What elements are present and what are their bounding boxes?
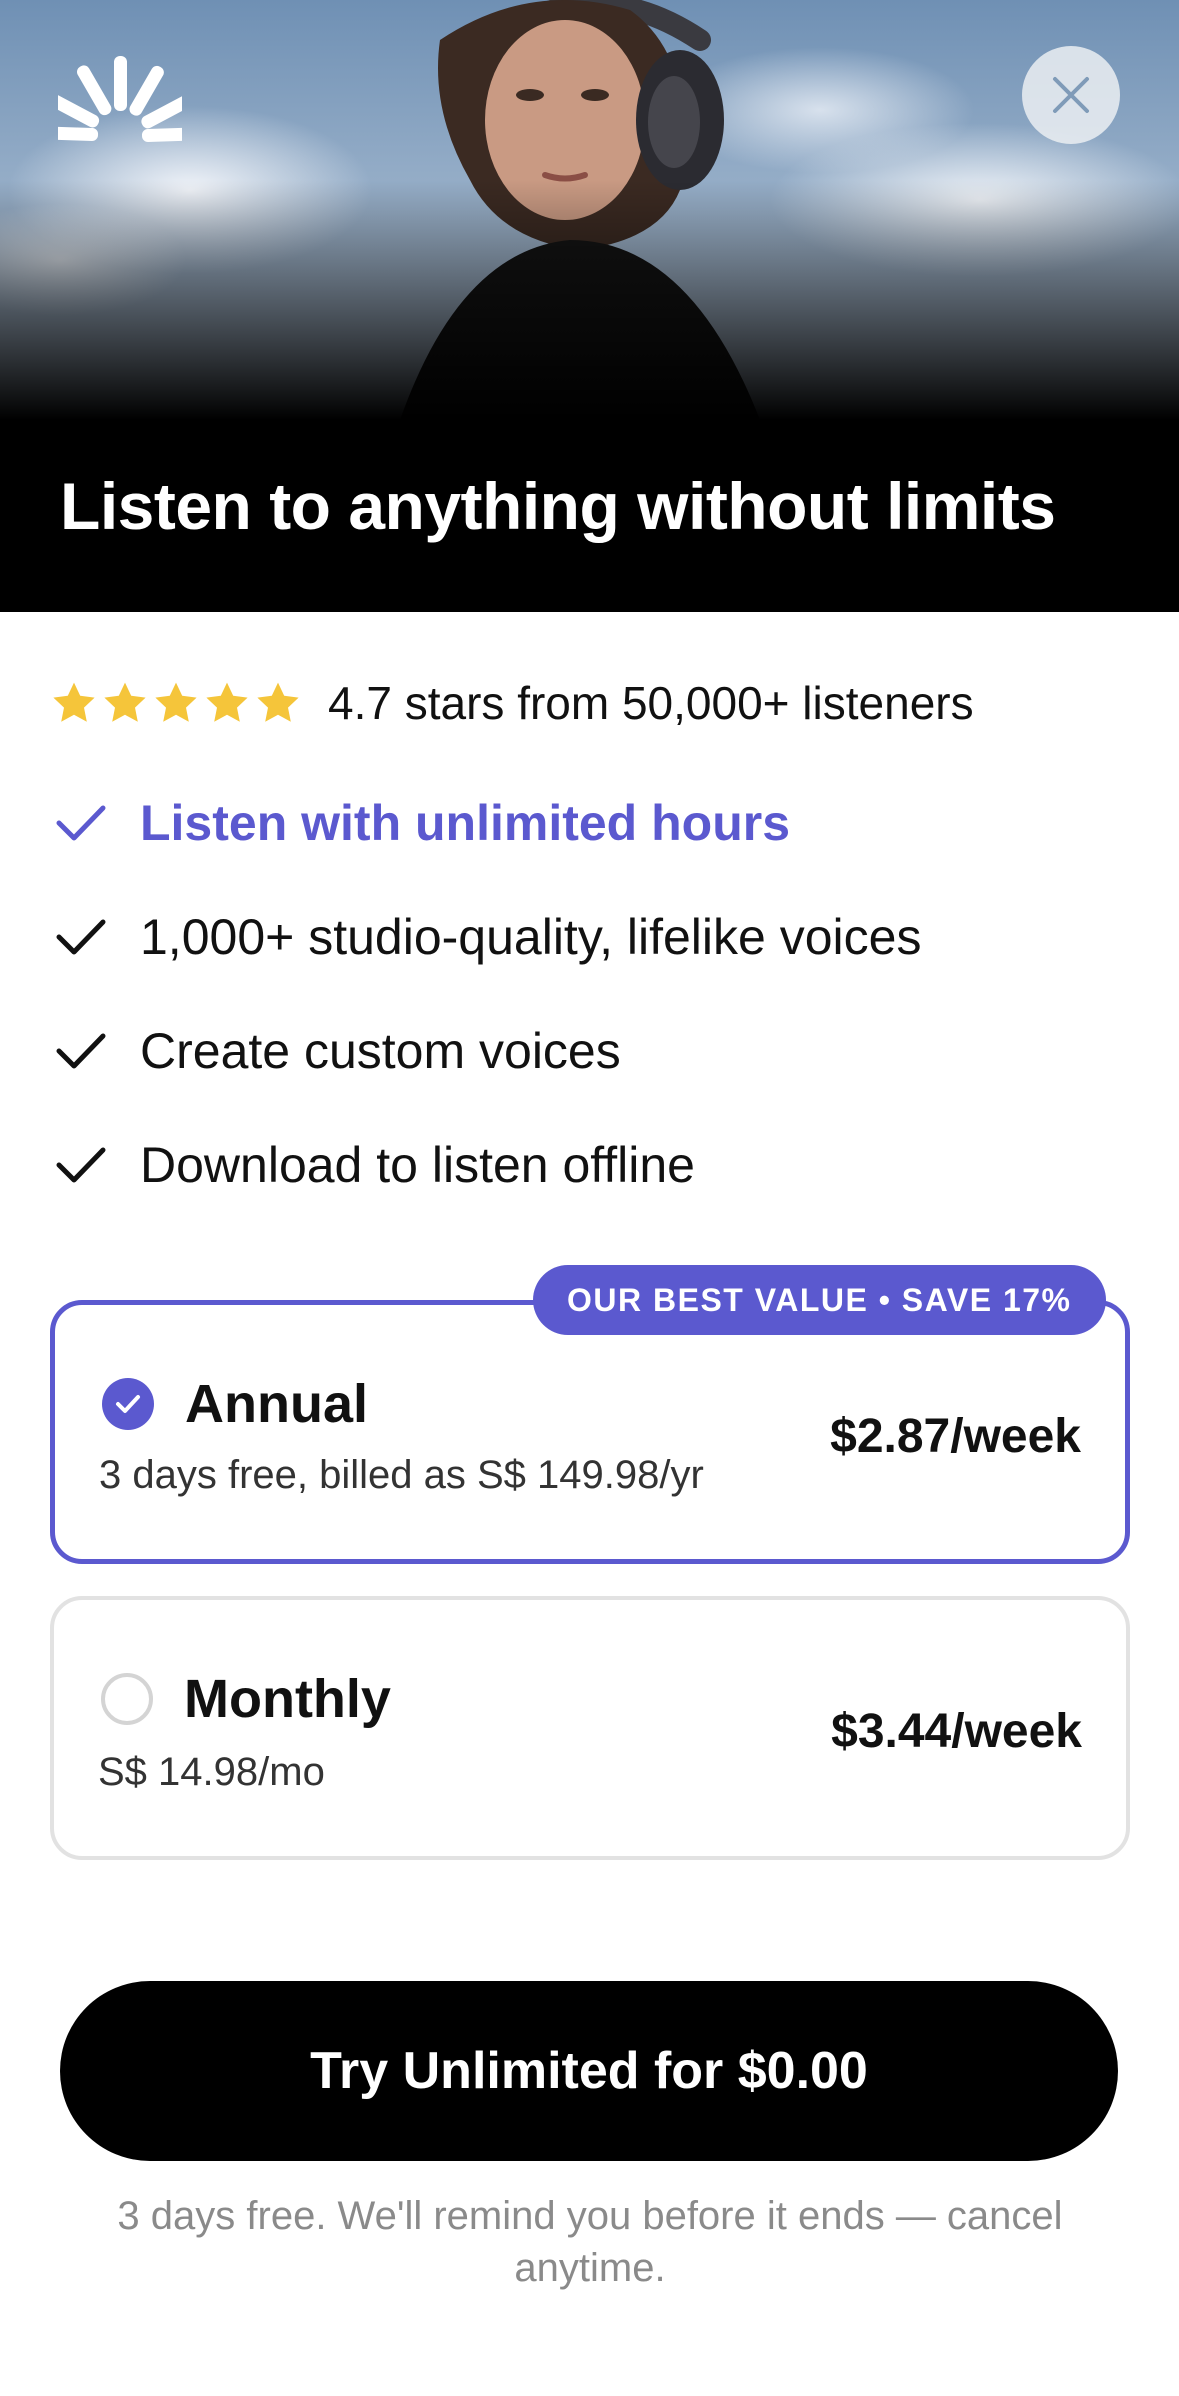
plan-option-annual[interactable]: Annual 3 days free, billed as S$ 149.98/… — [50, 1300, 1130, 1564]
star-icon — [206, 682, 248, 722]
feature-label: Download to listen offline — [140, 1137, 695, 1193]
feature-item: 1,000+ studio-quality, lifelike voices — [56, 909, 1136, 965]
star-icon — [155, 682, 197, 722]
hero-banner: Listen to anything without limits — [0, 0, 1179, 612]
plan-name: Annual — [185, 1374, 368, 1434]
plan-billing-text: 3 days free, billed as S$ 149.98/yr — [99, 1453, 704, 1497]
feature-item: Create custom voices — [56, 1023, 1136, 1079]
checkmark-icon — [56, 805, 106, 841]
plan-billing-text: S$ 14.98/mo — [98, 1750, 325, 1794]
trial-disclaimer: 3 days free. We'll remind you before it … — [117, 2194, 1063, 2290]
best-value-badge: OUR BEST VALUE • SAVE 17% — [533, 1265, 1106, 1335]
feature-label: Create custom voices — [140, 1023, 621, 1079]
hero-gradient-overlay — [0, 180, 1179, 420]
radio-selected-icon[interactable] — [102, 1378, 154, 1430]
page-title: Listen to anything without limits — [60, 469, 1056, 543]
radio-unselected-icon[interactable] — [101, 1673, 153, 1725]
checkmark-icon — [56, 1147, 106, 1183]
star-rating — [50, 679, 302, 727]
feature-item: Download to listen offline — [56, 1137, 1136, 1193]
plan-name: Monthly — [184, 1669, 391, 1729]
close-icon — [1053, 77, 1089, 113]
rating-row: 4.7 stars from 50,000+ listeners — [50, 675, 974, 731]
close-button[interactable] — [1022, 46, 1120, 144]
plan-price: $3.44/week — [831, 1705, 1082, 1758]
star-icon — [53, 682, 95, 722]
plan-option-monthly[interactable]: Monthly S$ 14.98/mo $3.44/week — [50, 1596, 1130, 1860]
plan-price: $2.87/week — [830, 1410, 1081, 1463]
start-trial-button[interactable]: Try Unlimited for $0.00 — [60, 1981, 1118, 2161]
feature-label: Listen with unlimited hours — [140, 795, 790, 851]
star-icon — [104, 682, 146, 722]
feature-list: Listen with unlimited hours 1,000+ studi… — [56, 795, 1136, 1251]
checkmark-icon — [56, 1033, 106, 1069]
checkmark-icon — [56, 919, 106, 955]
paywall-screen: Listen to anything without limits 4.7 st… — [0, 0, 1179, 2396]
rating-text: 4.7 stars from 50,000+ listeners — [328, 677, 974, 729]
star-icon — [257, 682, 299, 722]
feature-label: 1,000+ studio-quality, lifelike voices — [140, 909, 922, 965]
sunburst-logo-icon — [58, 56, 182, 143]
feature-item: Listen with unlimited hours — [56, 795, 1136, 851]
checkmark-icon — [116, 1395, 140, 1413]
